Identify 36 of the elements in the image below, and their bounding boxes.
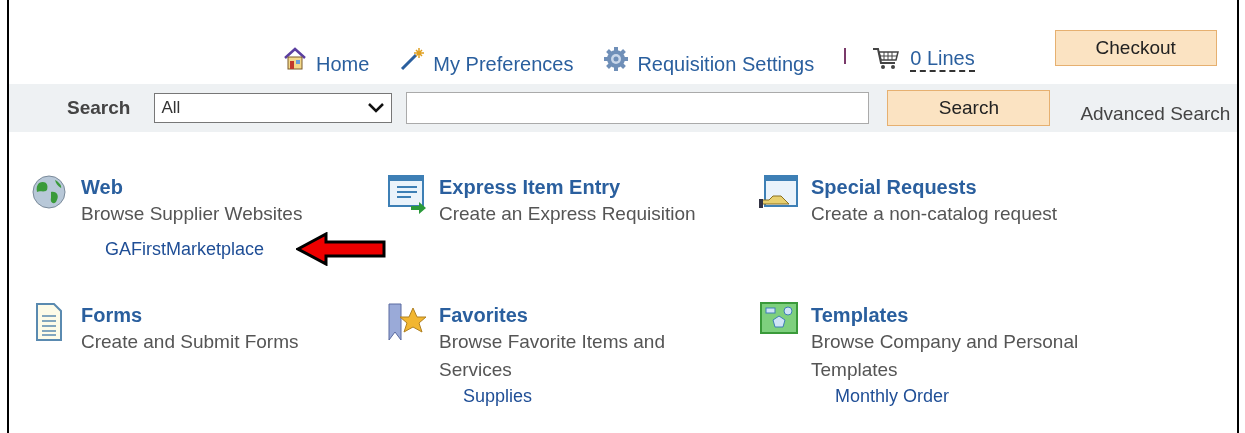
tile-title-link[interactable]: Templates xyxy=(811,302,1101,328)
tile-description: Create an Express Requisition xyxy=(439,202,696,226)
cart-lines-link[interactable]: 0 Lines xyxy=(910,48,975,72)
nav-link[interactable]: My Preferences xyxy=(433,54,574,74)
tile-title-link[interactable]: Express Item Entry xyxy=(439,174,696,200)
search-button[interactable]: Search xyxy=(887,90,1051,126)
separator-bar xyxy=(844,48,847,64)
document-icon xyxy=(35,302,63,342)
nav-link[interactable]: Requisition Settings xyxy=(637,54,815,74)
form-arrow-icon xyxy=(387,174,427,214)
tile-description: Browse Favorite Items and Services xyxy=(439,330,666,382)
tile-title-link[interactable]: Forms xyxy=(81,302,299,328)
sub-link[interactable]: Supplies xyxy=(463,386,533,406)
checkout-button[interactable]: Checkout xyxy=(1054,30,1217,66)
tile-description: Create and Submit Forms xyxy=(81,330,299,354)
search-field[interactable] xyxy=(406,92,870,124)
nav-link[interactable]: Home xyxy=(316,54,370,74)
tile-description: Create a non-catalog request xyxy=(811,202,1058,226)
cart-icon xyxy=(872,46,901,72)
tile-title-link[interactable]: Favorites xyxy=(439,302,729,328)
tile-description: Browse Company and Personal Templates xyxy=(811,330,1080,382)
scope-dropdown[interactable]: All xyxy=(154,93,393,123)
globe-icon xyxy=(31,174,67,210)
wand-icon xyxy=(399,46,426,72)
tile-title-link[interactable]: Web xyxy=(81,174,387,200)
sub-link[interactable]: GAFirstMarketplace xyxy=(105,237,265,261)
tile-description: Browse Supplier Websites xyxy=(81,202,304,226)
shapes-icon xyxy=(760,302,798,334)
tile-title-link[interactable]: Special Requests xyxy=(811,174,1058,200)
search-label: Search xyxy=(67,95,131,120)
house-icon xyxy=(282,46,308,72)
advanced-search-link[interactable]: Advanced Search xyxy=(1080,99,1231,129)
chevron-down-icon xyxy=(367,102,386,114)
sub-link[interactable]: Monthly Order xyxy=(835,386,950,406)
gear-icon xyxy=(603,46,630,72)
bookmark-star-icon xyxy=(387,302,427,342)
